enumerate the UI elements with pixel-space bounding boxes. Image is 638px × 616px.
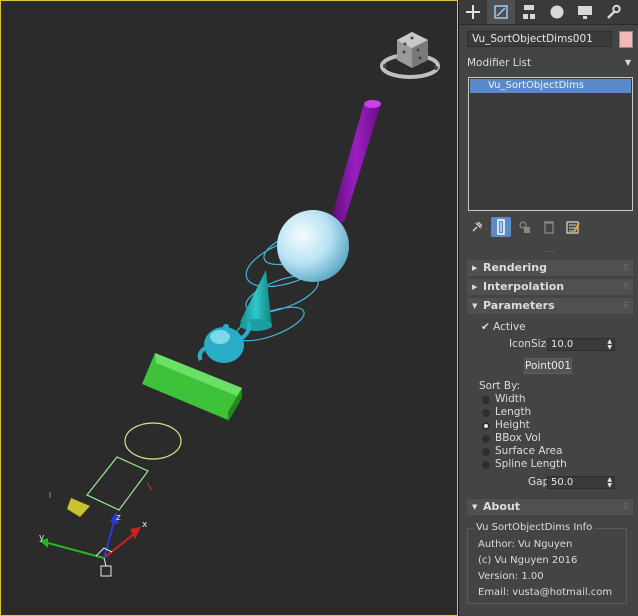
- panel-grip[interactable]: ····: [543, 248, 556, 256]
- cylinder-object[interactable]: [330, 100, 381, 222]
- rollout-about-title: About: [483, 500, 521, 513]
- viewcube[interactable]: [380, 32, 440, 79]
- spinner-arrows-icon[interactable]: ▲ ▼: [607, 477, 612, 489]
- active-label: Active: [493, 321, 526, 333]
- modify-icon: [494, 5, 508, 19]
- gap-spinner[interactable]: 50.0 ▲ ▼: [547, 476, 615, 489]
- spinner-arrows-icon[interactable]: ▲ ▼: [607, 339, 612, 351]
- about-author: Author: Vu Nguyen: [478, 539, 573, 550]
- radio-length-label: Length: [495, 406, 532, 418]
- drag-handle-icon: ⠿: [623, 301, 629, 310]
- display-icon: [578, 6, 592, 19]
- sort-by-label: Sort By:: [479, 380, 521, 392]
- show-end-result-icon: [497, 219, 505, 235]
- iconsize-value: 10.0: [551, 339, 574, 350]
- gap-value: 50.0: [551, 477, 574, 488]
- stack-item-vu-sortobjectdims[interactable]: Vu_SortObjectDims: [470, 79, 631, 93]
- trash-icon: [544, 221, 554, 234]
- collapsed-arrow-icon: ▶: [472, 283, 478, 291]
- rollout-parameters[interactable]: ▼ Parameters ⠿: [467, 298, 633, 314]
- modifier-stack[interactable]: Vu_SortObjectDims: [468, 77, 633, 211]
- rollout-parameters-title: Parameters: [483, 299, 555, 312]
- command-panel-tabs: [459, 0, 638, 25]
- radio-length[interactable]: [482, 409, 490, 417]
- rollout-interpolation-title: Interpolation: [483, 280, 565, 293]
- configure-modifier-sets-button[interactable]: [563, 217, 583, 237]
- modifier-list-dropdown[interactable]: Modifier List ▼: [467, 55, 633, 71]
- iconsize-label: IconSize: [509, 338, 553, 350]
- create-tab[interactable]: [459, 0, 487, 24]
- perspective-viewport[interactable]: y x z: [0, 0, 459, 616]
- about-info-group: Vu SortObjectDims Info Author: Vu Nguyen…: [467, 522, 627, 604]
- radio-width[interactable]: [482, 396, 490, 404]
- drag-handle-icon: ⠿: [623, 282, 629, 291]
- checkmark-icon: ✔: [481, 321, 490, 333]
- active-checkbox[interactable]: ✔ Active: [481, 321, 526, 333]
- display-tab[interactable]: [571, 0, 599, 24]
- show-end-result-button[interactable]: [491, 217, 511, 237]
- circle-shape[interactable]: [124, 422, 182, 460]
- motion-tab[interactable]: [543, 0, 571, 24]
- svg-text:x: x: [142, 520, 148, 530]
- iconsize-spinner[interactable]: 10.0 ▲ ▼: [547, 338, 615, 351]
- make-unique-button[interactable]: [515, 217, 535, 237]
- expanded-arrow-icon: ▼: [472, 302, 478, 310]
- hierarchy-icon: [523, 5, 535, 19]
- radio-bbox-vol[interactable]: [482, 435, 490, 443]
- rollout-about[interactable]: ▼ About ⠿: [467, 499, 633, 515]
- configure-icon: [566, 221, 580, 234]
- plane-object[interactable]: [49, 482, 153, 517]
- teapot-object[interactable]: [197, 321, 252, 363]
- sphere-object[interactable]: [277, 210, 349, 282]
- hierarchy-tab[interactable]: [515, 0, 543, 24]
- rollout-rendering[interactable]: ▶ Rendering ⠿: [467, 260, 633, 276]
- utilities-tab[interactable]: [599, 0, 627, 24]
- radio-height[interactable]: [482, 422, 490, 430]
- parameters-content: ✔ Active IconSize 10.0 ▲ ▼ Point001 Sort …: [467, 313, 633, 493]
- rollout-rendering-title: Rendering: [483, 261, 547, 274]
- radio-width-label: Width: [495, 393, 526, 405]
- stack-toolbar: [467, 217, 633, 237]
- radio-surface-area-label: Surface Area: [495, 445, 563, 457]
- object-color-swatch[interactable]: [619, 31, 633, 48]
- cone-object[interactable]: [240, 270, 272, 331]
- transform-gizmo[interactable]: y x z: [39, 512, 148, 577]
- svg-text:y: y: [39, 533, 45, 543]
- svg-text:z: z: [116, 513, 121, 523]
- pin-stack-button[interactable]: [467, 217, 487, 237]
- motion-icon: [550, 5, 564, 19]
- make-unique-icon: [519, 221, 530, 233]
- radio-surface-area[interactable]: [482, 448, 490, 456]
- about-version: Version: 1.00: [478, 571, 544, 582]
- pick-object-button[interactable]: Point001: [524, 358, 572, 374]
- about-group-title: Vu SortObjectDims Info: [474, 522, 595, 533]
- radio-spline-length-label: Spline Length: [495, 458, 567, 470]
- plus-icon: [466, 5, 480, 19]
- collapsed-arrow-icon: ▶: [472, 264, 478, 272]
- pin-icon: [472, 221, 483, 232]
- command-panel: Vu_SortObjectDims001 Modifier List ▼ Vu_…: [459, 0, 638, 616]
- rollout-interpolation[interactable]: ▶ Interpolation ⠿: [467, 279, 633, 295]
- modify-tab[interactable]: [487, 0, 515, 24]
- rectangle-shape[interactable]: [86, 456, 149, 511]
- radio-spline-length[interactable]: [482, 461, 490, 469]
- remove-modifier-button[interactable]: [539, 217, 559, 237]
- radio-height-label: Height: [495, 419, 530, 431]
- expanded-arrow-icon: ▼: [472, 503, 478, 511]
- radio-bbox-vol-label: BBox Vol: [495, 432, 541, 444]
- box-object[interactable]: [142, 353, 242, 422]
- about-email: Email: vusta@hotmail.com: [478, 587, 613, 598]
- modifier-list-label: Modifier List: [467, 57, 532, 69]
- drag-handle-icon: ⠿: [623, 263, 629, 272]
- about-copyright: (c) Vu Nguyen 2016: [478, 555, 578, 566]
- wrench-icon: [607, 4, 621, 19]
- viewport-scene[interactable]: y x z: [0, 0, 458, 616]
- dropdown-arrow-icon: ▼: [624, 58, 631, 67]
- drag-handle-icon: ⠿: [623, 502, 629, 511]
- object-name-field[interactable]: Vu_SortObjectDims001: [467, 31, 612, 47]
